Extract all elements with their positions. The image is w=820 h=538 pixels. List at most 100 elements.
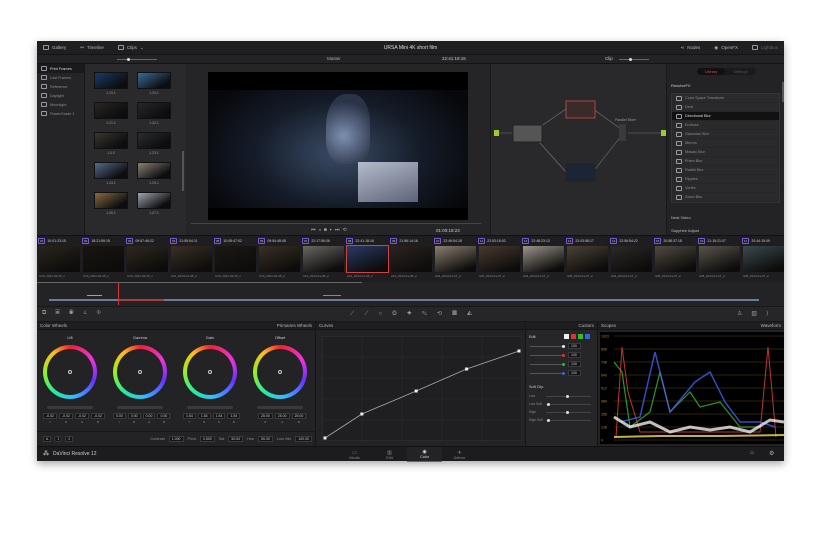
slider-knob[interactable] xyxy=(562,354,565,357)
still-thumbnail[interactable] xyxy=(94,192,128,209)
channel-value-field[interactable]: 100 xyxy=(568,370,581,376)
library-tab[interactable]: Library xyxy=(697,68,726,75)
page-tab-media[interactable]: ▭ Media xyxy=(337,447,372,462)
wheel-value-field[interactable]: 1.54 xyxy=(183,413,196,419)
wheel-value-field[interactable]: 1.54 xyxy=(227,413,241,419)
still-thumbnail[interactable] xyxy=(94,102,128,119)
clip-thumbnail[interactable]: 05 10:05:47:02 C20_2014-02-05_1 xyxy=(214,236,257,282)
playhead[interactable] xyxy=(118,283,119,305)
openfx-item[interactable]: Directional Blur xyxy=(672,112,779,121)
transport-controls[interactable]: ⏮◂■▸⏭⟲ xyxy=(311,227,350,233)
lightbox-button[interactable]: Lightbox xyxy=(761,45,778,50)
library-scrollbar[interactable] xyxy=(782,82,784,102)
clip-thumbnail[interactable]: 06 09:54:48:08 C20_2014-02-05_2 xyxy=(258,236,301,282)
still-thumbnail[interactable] xyxy=(94,132,128,149)
lift-color-wheel[interactable] xyxy=(43,345,97,399)
page-tab-edit[interactable]: ▥ Edit xyxy=(372,447,407,462)
settings-gear-icon[interactable]: ⚙ xyxy=(769,450,774,457)
curve-control-point[interactable] xyxy=(360,412,364,416)
openfx-item[interactable]: Emboss xyxy=(672,121,779,130)
wheel-center-handle[interactable] xyxy=(138,370,142,374)
nodes-button[interactable]: Nodes xyxy=(687,45,700,50)
openfx-item[interactable]: Vortex xyxy=(672,184,779,193)
clip-thumbnail[interactable]: 03 09:57:46:22 C20_2014-02-05_1 xyxy=(126,236,169,282)
clip-thumbnail[interactable]: 01 10:01:23:15 C20_2014-02-05_1 xyxy=(38,236,81,282)
wheel-value-field[interactable]: 0.00 xyxy=(142,413,156,419)
offset-color-wheel[interactable] xyxy=(253,345,307,399)
palette-tools-center[interactable]: ⟋⟋○◎✦✎⟲▦◭ xyxy=(350,310,482,318)
wheel-value-field[interactable]: 1.54 xyxy=(197,413,211,419)
clip-thumbnail[interactable]: 08 22:41:18:16 A14_2014-01-28_2 xyxy=(346,236,389,282)
clip-thumbnail[interactable]: 17 20:44:15:09 A08_2014-01-27_2 xyxy=(742,236,784,282)
clip-thumbnail[interactable]: 02 18:21:59:15 C20_2014-02-05_1 xyxy=(82,236,125,282)
wheel-value-field[interactable]: 25.00 xyxy=(291,413,307,419)
primaries-wheels-select[interactable]: Primaries Wheels xyxy=(277,323,312,328)
lum-mix-field[interactable]: 100.00 xyxy=(295,436,312,442)
curve-control-point[interactable] xyxy=(414,389,418,393)
master-wheel-slider[interactable] xyxy=(187,406,233,409)
still-thumbnail[interactable] xyxy=(94,162,128,179)
sat-field[interactable]: 50.00 xyxy=(228,436,244,442)
openfx-item[interactable]: Mosaic Blur xyxy=(672,148,779,157)
gamma-color-wheel[interactable] xyxy=(113,345,167,399)
stills-scrollbar[interactable] xyxy=(182,151,184,191)
master-wheel-slider[interactable] xyxy=(117,406,163,409)
openfx-item[interactable]: Dent xyxy=(672,103,779,112)
clip-select[interactable]: Clip xyxy=(605,56,613,61)
still-thumbnail[interactable] xyxy=(137,132,171,149)
resolvefx-section[interactable]: ResolveFX xyxy=(671,83,691,88)
clip-thumbnail[interactable]: 15 20:58:37:18 A08_2014-01-27_2 xyxy=(654,236,697,282)
album-item[interactable]: Reference xyxy=(37,82,84,91)
wheel-value-field[interactable]: 25.00 xyxy=(258,413,273,419)
slider-knob[interactable] xyxy=(546,403,550,406)
channel-slider[interactable] xyxy=(530,364,564,365)
mini-timeline[interactable] xyxy=(37,282,784,306)
album-item[interactable]: Last Frames xyxy=(37,73,84,82)
page-tab-color[interactable]: ◉ Color xyxy=(407,447,442,462)
node-zoom-slider[interactable] xyxy=(619,58,649,61)
page-tab-deliver[interactable]: ✈ Deliver xyxy=(442,447,477,462)
album-item[interactable]: Daylight xyxy=(37,91,84,100)
slider-knob[interactable] xyxy=(566,411,570,414)
clip-thumbnail[interactable]: 16 21:15:21:07 A08_2014-01-27_2 xyxy=(698,236,741,282)
openfx-item[interactable]: Zoom Blur xyxy=(672,193,779,202)
curve-control-point[interactable] xyxy=(517,349,521,353)
wheel-center-handle[interactable] xyxy=(68,370,72,374)
wheel-value-field[interactable]: -0.02 xyxy=(43,413,57,419)
channel-slider[interactable] xyxy=(530,346,564,347)
openfx-button[interactable]: OpenFX xyxy=(721,45,738,50)
node-02[interactable] xyxy=(565,100,596,119)
wheel-value-field[interactable]: 0.00 xyxy=(113,413,126,419)
clip-thumbnail[interactable]: 09 21:56:14:16 A14_2014-01-28_2 xyxy=(390,236,433,282)
curve-control-point[interactable] xyxy=(465,367,469,371)
clip-thumbnail[interactable]: 11 22:53:15:03 A03_2014-01-27_2 xyxy=(478,236,521,282)
wheel-value-field[interactable]: 25.00 xyxy=(274,413,290,419)
parallel-mixer-node[interactable] xyxy=(619,124,626,141)
curve-control-point[interactable] xyxy=(323,436,327,440)
master-wheel-slider[interactable] xyxy=(47,406,93,409)
settings-tab[interactable]: Settings xyxy=(725,68,755,75)
wheel-value-field[interactable]: 0.00 xyxy=(127,413,141,419)
gain-color-wheel[interactable] xyxy=(183,345,237,399)
channel-toggles[interactable] xyxy=(564,334,590,339)
openfx-item[interactable]: Color Space Transform xyxy=(672,94,779,103)
clip-thumbnail[interactable]: 12 22:48:23:13 A03_2014-01-27_2 xyxy=(522,236,565,282)
still-thumbnail[interactable] xyxy=(137,72,171,89)
slider-knob[interactable] xyxy=(566,395,570,398)
wheel-value-field[interactable]: -0.02 xyxy=(74,413,89,419)
still-size-slider[interactable] xyxy=(117,58,157,61)
album-item[interactable]: Print Frames xyxy=(37,64,84,73)
slider-knob[interactable] xyxy=(562,372,565,375)
clip-thumbnail[interactable]: 13 22:03:58:17 A08_2014-01-27_2 xyxy=(566,236,609,282)
wheel-value-field[interactable]: -0.02 xyxy=(90,413,105,419)
viewer-scrubber[interactable] xyxy=(191,223,481,224)
clip-thumbnail[interactable]: 14 22:56:54:22 A03_2014-01-27_2 xyxy=(610,236,653,282)
album-item[interactable]: Moonlight xyxy=(37,100,84,109)
channel-value-field[interactable]: 100 xyxy=(568,343,581,349)
slider-knob[interactable] xyxy=(562,363,565,366)
channel-value-field[interactable]: 100 xyxy=(568,361,581,367)
still-thumbnail[interactable] xyxy=(94,72,128,89)
wheel-center-handle[interactable] xyxy=(278,370,282,374)
node-01[interactable] xyxy=(512,124,543,143)
still-thumbnail[interactable] xyxy=(137,102,171,119)
